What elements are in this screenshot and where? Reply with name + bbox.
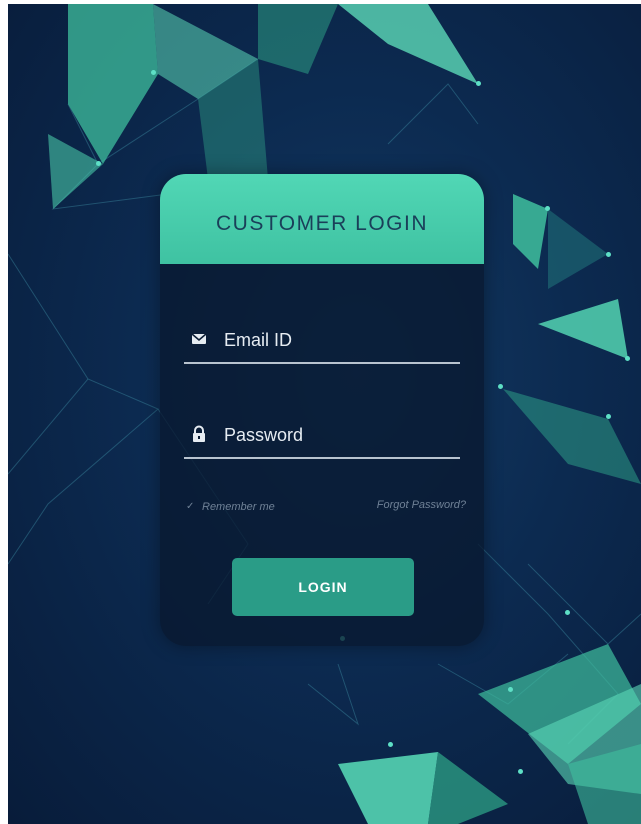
node-dot <box>96 161 101 166</box>
login-title: CUSTOMER LOGIN <box>216 212 428 235</box>
password-field <box>184 417 460 459</box>
node-dot <box>606 414 611 419</box>
remember-me-label: Remember me <box>202 501 275 513</box>
checkmark-icon[interactable]: ✓ <box>186 502 196 512</box>
node-dot <box>388 742 393 747</box>
node-dot <box>565 610 570 615</box>
node-dot <box>625 356 630 361</box>
login-button[interactable]: LOGIN <box>232 558 414 616</box>
envelope-icon <box>191 333 207 344</box>
email-input[interactable] <box>224 322 454 358</box>
node-dot <box>606 252 611 257</box>
remember-me[interactable]: ✓ Remember me <box>186 499 275 515</box>
email-field <box>184 322 460 364</box>
login-card-header: CUSTOMER LOGIN <box>160 174 484 264</box>
node-dot <box>476 81 481 86</box>
node-dot <box>508 687 513 692</box>
node-dot <box>545 206 550 211</box>
node-dot <box>518 769 523 774</box>
login-card: CUSTOMER LOGIN ✓ Remember me Forgot Pass… <box>160 174 484 646</box>
lock-icon <box>193 425 205 442</box>
node-dot <box>151 70 156 75</box>
forgot-password-link[interactable]: Forgot Password? <box>377 499 466 511</box>
password-input[interactable] <box>224 417 454 453</box>
node-dot <box>498 384 503 389</box>
